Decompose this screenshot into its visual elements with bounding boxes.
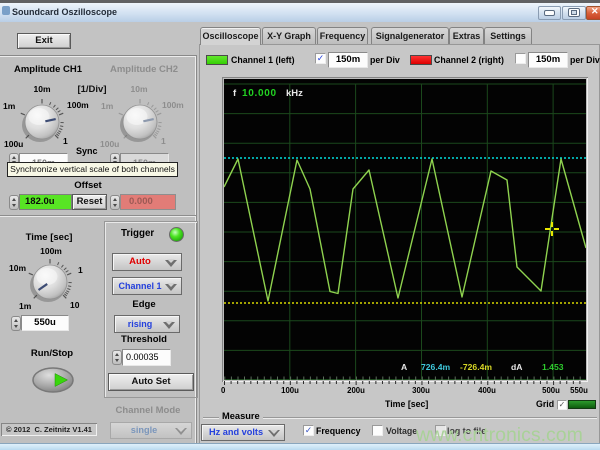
svg-text:A: A <box>401 362 407 372</box>
svg-text:1.453: 1.453 <box>542 362 564 372</box>
svg-text:726.4m: 726.4m <box>421 362 451 372</box>
svg-text:10.000: 10.000 <box>242 88 277 99</box>
svg-text:kHz: kHz <box>286 88 303 99</box>
svg-text:dA: dA <box>511 362 522 372</box>
svg-text:-726.4m: -726.4m <box>460 362 492 372</box>
